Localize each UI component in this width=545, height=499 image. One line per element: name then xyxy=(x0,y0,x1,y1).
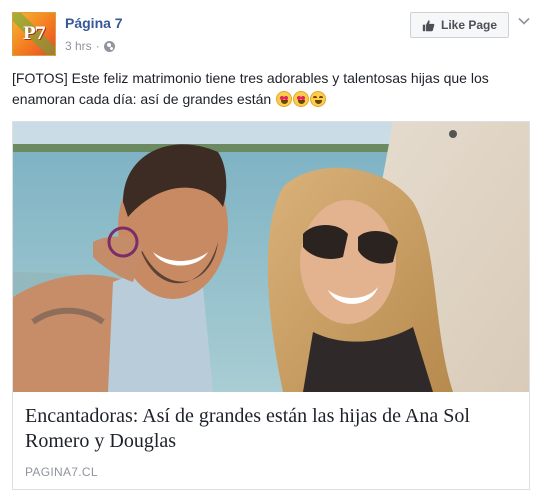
thumbs-up-icon xyxy=(422,19,435,31)
page-avatar[interactable]: P7 xyxy=(12,12,56,56)
avatar-logo-text: P7 xyxy=(22,24,47,44)
link-domain: PAGINA7.CL xyxy=(25,465,98,479)
heart-eyes-emoji-icon xyxy=(293,91,310,107)
post-message-text: [FOTOS] Este feliz matrimonio tiene tres… xyxy=(12,70,489,107)
globe-icon xyxy=(103,40,115,52)
meta-separator: · xyxy=(95,39,100,53)
grinning-emoji-icon xyxy=(310,91,327,107)
link-preview-card[interactable]: Encantadoras: Así de grandes están las h… xyxy=(12,121,530,490)
like-page-label: Like Page xyxy=(440,18,498,32)
page-name-link[interactable]: Página 7 xyxy=(65,15,123,31)
heart-eyes-emoji-icon xyxy=(276,91,293,107)
chevron-down-icon[interactable] xyxy=(517,14,531,28)
feed-post: P7 Página 7 3 hrs · Like Page [FOTOS] Es… xyxy=(0,0,545,499)
link-headline[interactable]: Encantadoras: Así de grandes están las h… xyxy=(25,404,520,454)
link-preview-image[interactable] xyxy=(13,122,529,392)
post-meta: 3 hrs · xyxy=(65,39,115,53)
like-page-button[interactable]: Like Page xyxy=(410,12,509,38)
post-timestamp[interactable]: 3 hrs xyxy=(65,39,92,53)
post-message: [FOTOS] Este feliz matrimonio tiene tres… xyxy=(12,68,532,110)
